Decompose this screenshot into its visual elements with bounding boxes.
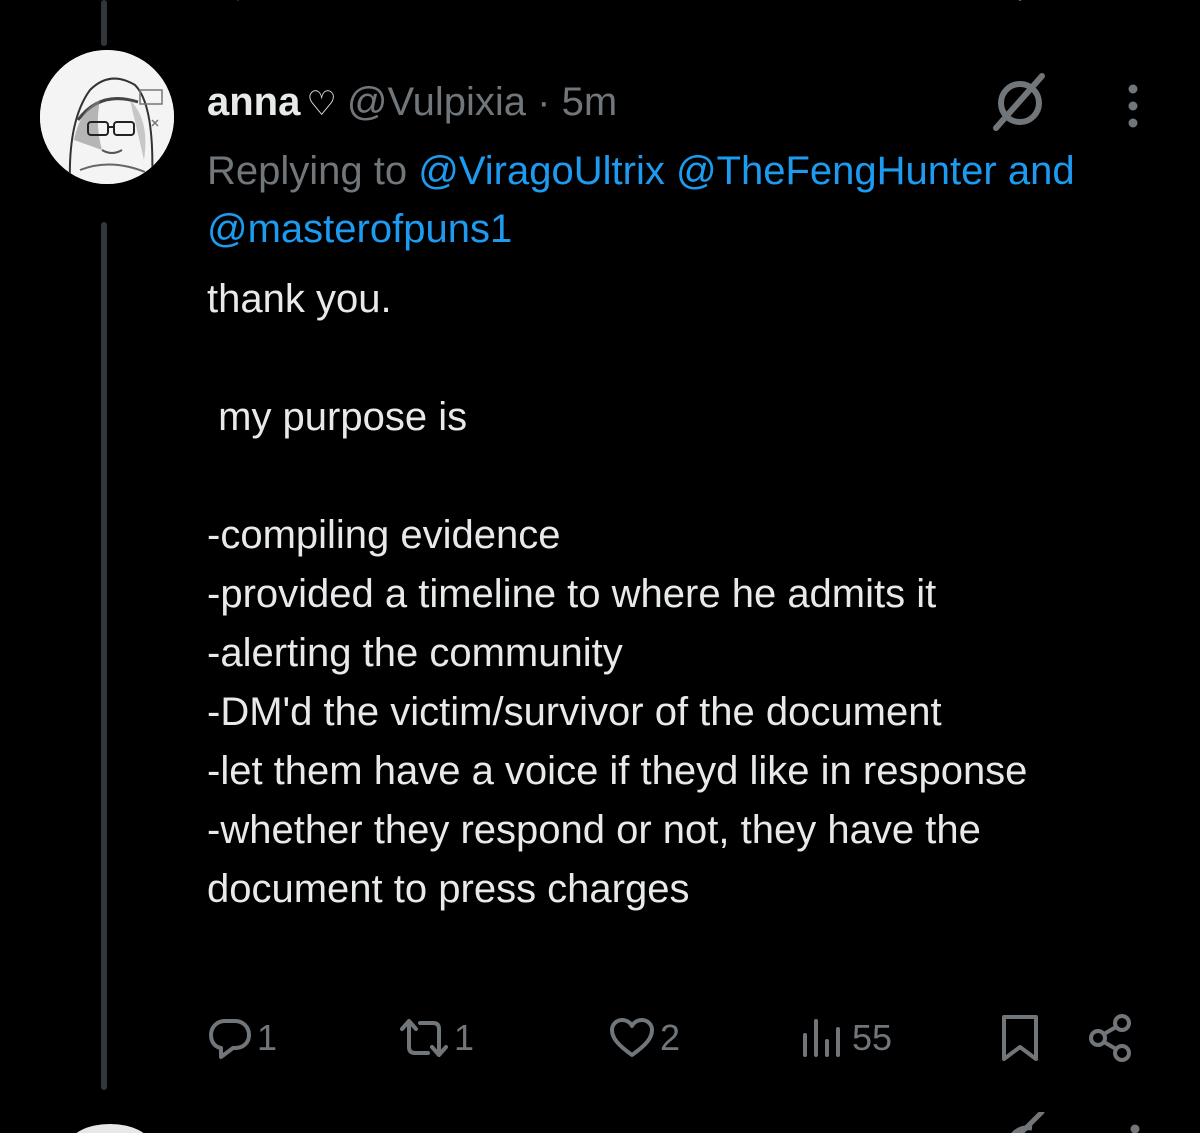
share-icon[interactable] [1110, 0, 1140, 4]
mention-joiner[interactable]: and [1008, 149, 1075, 193]
more-icon[interactable] [1118, 82, 1148, 130]
views-button[interactable]: 55 [800, 1006, 892, 1070]
mention-masterofpuns1[interactable]: @masterofpuns1 [207, 207, 512, 251]
like-count: 2 [660, 1017, 681, 1058]
reply-button[interactable]: 1 [207, 1006, 277, 1070]
mention-thefenghunter[interactable]: @TheFengHunter [676, 149, 997, 193]
replying-to: Replying to @ViragoUltrix @TheFengHunter… [207, 142, 1187, 258]
share-button[interactable] [1086, 1006, 1136, 1070]
reply-icon [209, 1019, 251, 1059]
retweet-button[interactable]: 1 [398, 1006, 474, 1070]
tweet-text: thank you. my purpose is -compiling evid… [207, 277, 1028, 911]
tweet-actions: 1 1 2 55 [0, 1006, 1200, 1070]
display-name[interactable]: anna [207, 80, 300, 124]
thread-connector-top [101, 0, 107, 46]
heart-icon[interactable] [618, 0, 678, 4]
next-tweet-avatar[interactable] [70, 1124, 150, 1133]
replying-to-label: Replying to [207, 149, 419, 193]
like-button[interactable]: 2 [608, 1006, 680, 1070]
thread-connector-bottom [101, 222, 107, 1090]
reply-count: 1 [257, 1017, 278, 1058]
separator-dot: · [537, 80, 551, 124]
share-icon [1089, 1014, 1131, 1062]
grok-icon[interactable] [990, 70, 1054, 134]
bookmark-icon [1002, 1015, 1038, 1061]
more-icon[interactable] [1120, 1115, 1150, 1133]
tweet-header: anna ♡ @Vulpixia · 5m [207, 76, 617, 130]
views-count: 55 [852, 1017, 893, 1058]
retweet-count: 1 [454, 1017, 475, 1058]
retweet-icon [400, 1019, 448, 1057]
avatar[interactable] [40, 50, 174, 184]
avatar-sketch-icon [40, 50, 174, 184]
bookmark-button[interactable] [998, 1006, 1042, 1070]
retweet-icon[interactable] [418, 0, 458, 4]
heart-badge-icon: ♡ [306, 85, 337, 123]
user-handle[interactable]: @Vulpixia [347, 80, 526, 124]
grok-icon[interactable] [1002, 1112, 1048, 1133]
views-icon [803, 1019, 840, 1057]
reply-icon[interactable] [222, 0, 262, 4]
previous-tweet-actions-partial [0, 0, 1200, 6]
tweet-thread: anna ♡ @Vulpixia · 5m Replying to @ViragoU… [0, 0, 1200, 1133]
bookmark-icon[interactable] [1000, 0, 1040, 4]
mention-viragoultrix[interactable]: @ViragoUltrix [418, 149, 665, 193]
views-icon[interactable] [800, 0, 900, 4]
timestamp[interactable]: 5m [562, 80, 618, 124]
heart-icon [610, 1018, 654, 1057]
